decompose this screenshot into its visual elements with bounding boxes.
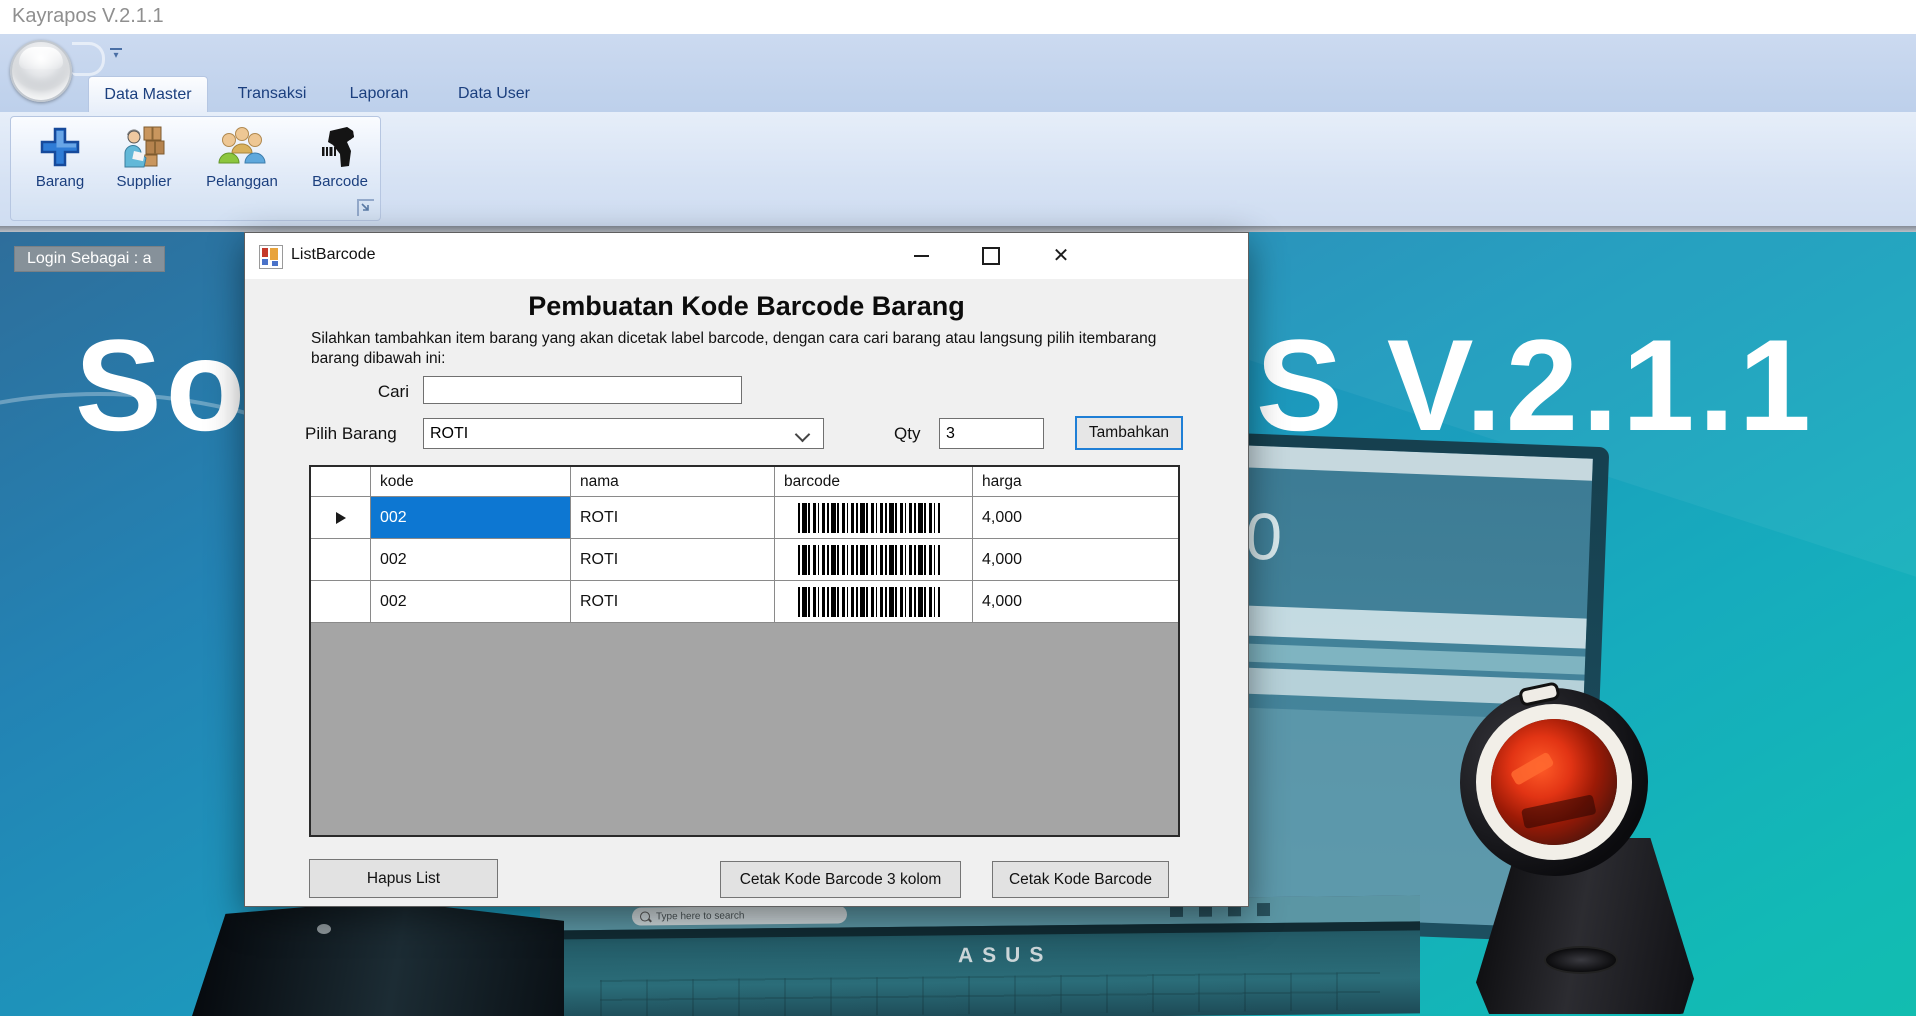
tambahkan-button[interactable]: Tambahkan	[1075, 416, 1183, 450]
scanner-head	[1443, 671, 1666, 894]
pilih-barang-value: ROTI	[430, 425, 468, 443]
qty-label: Qty	[894, 424, 920, 444]
plus-icon	[18, 123, 102, 171]
form-icon	[259, 245, 283, 269]
ribbon-button-label: Barang	[18, 173, 102, 190]
cetak-3-kolom-button[interactable]: Cetak Kode Barcode 3 kolom	[720, 861, 961, 898]
cetak-button[interactable]: Cetak Kode Barcode	[992, 861, 1169, 898]
laptop-keyboard-deck: Type here to search ASUS	[540, 895, 1420, 1016]
search-icon	[640, 911, 650, 921]
app-titlebar: Kayrapos V.2.1.1	[0, 0, 1916, 34]
customers-icon	[200, 123, 284, 171]
laptop-taskbar-search: Type here to search	[632, 905, 847, 925]
printer-image	[192, 900, 564, 1016]
wallpaper-watermark-left: So	[75, 310, 249, 460]
ribbon: ▾ Data Master Transaksi Laporan Data Use…	[0, 34, 1916, 226]
ribbon-button-pelanggan[interactable]: Pelanggan	[200, 123, 284, 190]
dialog-titlebar[interactable]: ListBarcode ✕	[245, 233, 1248, 279]
cell-barcode[interactable]	[775, 581, 973, 623]
pilih-barang-label: Pilih Barang	[305, 424, 397, 444]
app-title: Kayrapos V.2.1.1	[12, 5, 164, 28]
ribbon-button-barang[interactable]: Barang	[18, 123, 102, 190]
dialog-title: ListBarcode	[291, 246, 376, 264]
row-selector-cell[interactable]	[311, 539, 371, 581]
grid-header-row: kode nama barcode harga	[311, 467, 1178, 497]
printer-button	[317, 924, 331, 934]
cell-kode[interactable]: 002	[371, 539, 571, 581]
table-row[interactable]: 002 ROTI 4,000	[311, 539, 1178, 581]
ribbon-button-label: Supplier	[102, 173, 186, 190]
tab-transaksi[interactable]: Transaksi	[226, 76, 318, 112]
barcode-scanner-icon	[298, 123, 382, 171]
hapus-list-button[interactable]: Hapus List	[309, 859, 498, 898]
qty-input[interactable]	[939, 418, 1044, 449]
minimize-icon	[914, 255, 929, 257]
cell-nama[interactable]: ROTI	[571, 581, 775, 623]
ribbon-button-supplier[interactable]: Supplier	[102, 123, 186, 190]
cari-input[interactable]	[423, 376, 742, 404]
dialog-description: Silahkan tambahkan item barang yang akan…	[311, 329, 1191, 369]
barcode-image	[798, 587, 940, 617]
ribbon-body: Barang	[0, 112, 1916, 226]
application-menu-orb[interactable]	[10, 40, 72, 102]
ribbon-button-barcode[interactable]: Barcode	[298, 123, 382, 190]
cell-barcode[interactable]	[775, 497, 973, 539]
grid-header-kode[interactable]: kode	[371, 467, 571, 497]
row-selector-cell[interactable]	[311, 497, 371, 539]
tab-data-user[interactable]: Data User	[446, 76, 542, 112]
ribbon-button-label: Barcode	[298, 173, 382, 190]
grid-header-barcode[interactable]: barcode	[775, 467, 973, 497]
cell-harga[interactable]: 4,000	[973, 581, 1178, 623]
cell-kode[interactable]: 002	[371, 497, 571, 539]
row-selector-arrow	[336, 512, 346, 524]
tab-data-master[interactable]: Data Master	[88, 76, 208, 113]
dialog-launcher-icon[interactable]	[357, 199, 374, 216]
cell-harga[interactable]: 4,000	[973, 539, 1178, 581]
dialog-heading: Pembuatan Kode Barcode Barang	[245, 291, 1248, 322]
cell-nama[interactable]: ROTI	[571, 539, 775, 581]
cell-barcode[interactable]	[775, 539, 973, 581]
application-window: Kayrapos V.2.1.1 ▾ Data Master Transaksi…	[0, 0, 1916, 1016]
barcode-image	[798, 503, 940, 533]
barcode-scanner-image	[1448, 688, 1748, 1016]
minimize-button[interactable]	[892, 233, 950, 279]
cari-label: Cari	[341, 382, 409, 402]
row-selector-cell[interactable]	[311, 581, 371, 623]
table-row[interactable]: 002 ROTI 4,000	[311, 497, 1178, 539]
laptop-keys	[600, 972, 1380, 1016]
barcode-grid: kode nama barcode harga 002 ROTI 4,000 0…	[309, 465, 1180, 837]
search-placeholder: Type here to search	[656, 910, 744, 922]
grid-selector-header[interactable]	[311, 467, 371, 497]
customize-quick-access-icon[interactable]: ▾	[110, 48, 122, 60]
maximize-button[interactable]	[962, 233, 1020, 279]
description-line2: barang dibawah ini:	[311, 350, 445, 367]
table-row[interactable]: 002 ROTI 4,000	[311, 581, 1178, 623]
cell-nama[interactable]: ROTI	[571, 497, 775, 539]
cell-harga[interactable]: 4,000	[973, 497, 1178, 539]
tab-laporan[interactable]: Laporan	[338, 76, 420, 112]
maximize-icon	[982, 247, 1000, 265]
quick-access-toolbar	[72, 42, 105, 76]
login-status-badge: Login Sebagai : a	[14, 246, 165, 272]
supplier-icon	[102, 123, 186, 171]
scanner-front-button	[1544, 946, 1618, 974]
listbarcode-dialog: ListBarcode ✕ Pembuatan Kode Barcode Bar…	[244, 232, 1249, 907]
grid-header-nama[interactable]: nama	[571, 467, 775, 497]
laptop-brand-logo: ASUS	[958, 943, 1052, 968]
ribbon-group: Barang	[10, 116, 381, 221]
cell-kode[interactable]: 002	[371, 581, 571, 623]
close-button[interactable]: ✕	[1032, 233, 1090, 279]
ribbon-button-label: Pelanggan	[200, 173, 284, 190]
pilih-barang-select[interactable]: ROTI	[423, 418, 824, 449]
grid-header-harga[interactable]: harga	[973, 467, 1178, 497]
description-line1: Silahkan tambahkan item barang yang akan…	[311, 330, 1156, 347]
close-icon: ✕	[1053, 246, 1070, 266]
ribbon-tab-row: ▾ Data Master Transaksi Laporan Data Use…	[0, 34, 1916, 112]
barcode-image	[798, 545, 940, 575]
